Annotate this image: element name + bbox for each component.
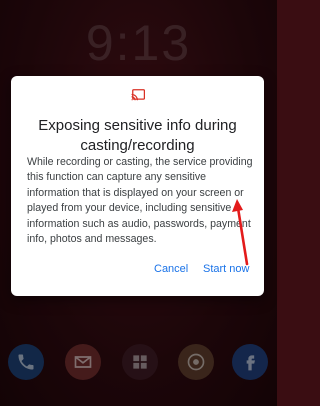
cast-icon bbox=[131, 89, 145, 101]
cancel-button[interactable]: Cancel bbox=[150, 260, 192, 278]
annotation-arrow-icon bbox=[232, 199, 249, 266]
screen-capture-permission-dialog: Exposing sensitive info during casting/r… bbox=[11, 76, 264, 296]
dialog-title: Exposing sensitive info during casting/r… bbox=[38, 117, 237, 154]
dialog-message: While recording or casting, the service … bbox=[27, 156, 253, 246]
